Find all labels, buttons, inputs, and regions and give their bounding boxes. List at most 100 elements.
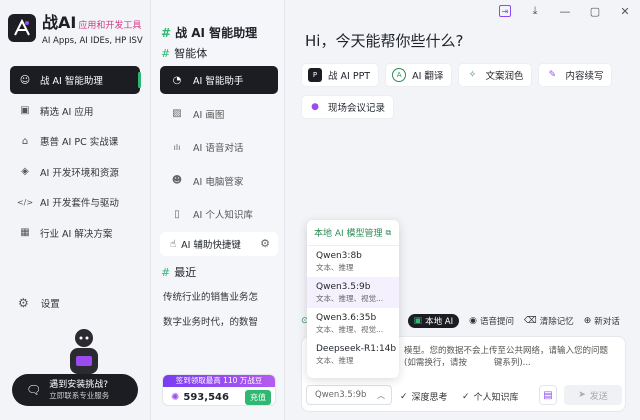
nav-label: AI 开发套件与驱动	[40, 198, 119, 209]
points-card[interactable]: 签到领取最高 110 万战豆 ✺ 593,546 充值	[162, 374, 276, 406]
download-button[interactable]: ⤓	[520, 0, 550, 22]
support-promo-button[interactable]: 🗨 遇到安装挑战? 立即联系专业服务	[12, 374, 138, 406]
agent-item-knowledge[interactable]: ▯ AI 个人知识库	[160, 200, 278, 228]
knowledge-base-label: 个人知识库	[473, 393, 519, 403]
minimize-button[interactable]: —	[550, 0, 580, 22]
model-name: Qwen3:8b	[316, 251, 362, 261]
clear-memory-button[interactable]: ⌫ 清除记忆	[524, 315, 574, 327]
layers-icon: ◈	[21, 166, 29, 177]
chip-label: 内容续写	[565, 71, 604, 82]
translate-icon: A	[392, 68, 407, 82]
chat-icon: 🗨	[26, 383, 42, 397]
chip-meeting[interactable]: ● 现场会议记录	[301, 95, 395, 119]
model-management-link[interactable]: 本地 AI 模型管理 ⧉	[307, 220, 399, 246]
code-icon: </>	[16, 197, 34, 207]
chip-label: 现场会议记录	[328, 103, 386, 114]
nav-item-featured-apps[interactable]: ▣ 精选 AI 应用	[10, 97, 140, 125]
local-ai-label: 本地 AI	[425, 317, 454, 327]
close-button[interactable]: ✕	[610, 0, 640, 22]
app-title-sub: 应用和开发工具	[78, 21, 142, 31]
nav-label: 惠普 AI PC 实战课	[40, 137, 119, 148]
maximize-button[interactable]: ▢	[580, 0, 610, 22]
external-link-icon: ⧉	[385, 227, 392, 237]
file-icon: ▤	[543, 389, 553, 401]
chip-continue[interactable]: ✎ 内容续写	[538, 63, 613, 87]
recharge-button[interactable]: 充值	[245, 389, 271, 405]
model-dropdown: 本地 AI 模型管理 ⧉ Qwen3:8b 文本、推理 Qwen3.5:9b 文…	[307, 220, 399, 378]
deep-think-toggle[interactable]: ✓ 深度思考	[400, 390, 448, 404]
shortcut-label: AI 辅助快捷键	[181, 240, 241, 251]
model-selected-label: Qwen3.5:9b	[315, 390, 367, 400]
section-title: # 战 AI 智能助理	[161, 26, 258, 40]
model-option[interactable]: Deepseek-R1:14b 文本、推理	[307, 339, 399, 370]
nav-label: 战 AI 智能助理	[40, 76, 103, 87]
chip-polish[interactable]: ✧ 文案润色	[458, 63, 533, 87]
model-name: Qwen3.5:9b	[316, 282, 371, 292]
local-ai-toggle[interactable]: ▣ 本地 AI	[407, 314, 460, 328]
window-controls: ⇥ ⤓ — ▢ ✕	[490, 0, 640, 22]
nav-item-dev-kit[interactable]: </> AI 开发套件与驱动	[10, 188, 140, 216]
voice-input-button[interactable]: ◉ 语音提问	[469, 315, 514, 327]
plus-icon: ⊕	[583, 316, 592, 326]
check-circle-icon: ✓	[400, 391, 408, 402]
quick-actions: P 战 AI PPT A AI 翻译 ✧ 文案润色 ✎ 内容续写 ● 现场会议记…	[301, 63, 631, 127]
nav-item-ai-assistant[interactable]: ☺ 战 AI 智能助理	[10, 66, 141, 94]
promo-subtitle: 立即联系专业服务	[49, 391, 110, 400]
knowledge-base-toggle[interactable]: ✓ 个人知识库	[462, 390, 519, 404]
nav-item-pc-course[interactable]: ⌂ 惠普 AI PC 实战课	[10, 127, 140, 155]
agent-item-pc-manager[interactable]: ☻ AI 电脑管家	[160, 167, 278, 195]
ppt-icon: P	[308, 68, 322, 82]
image-icon: ▨	[172, 108, 182, 119]
shortcut-settings-icon[interactable]: ⚙	[260, 237, 270, 250]
nav-item-dev-env[interactable]: ◈ AI 开发环境和资源	[10, 158, 140, 186]
app-title: 战AI 应用和开发工具	[42, 13, 142, 32]
model-selector[interactable]: Qwen3.5:9b ︿	[306, 385, 392, 405]
pin-button[interactable]: ⇥	[490, 0, 520, 22]
agent-label: AI 个人知识库	[193, 210, 253, 221]
voice-input-label: 语音提问	[479, 317, 514, 327]
recent-section-header: # 最近	[161, 266, 197, 279]
model-tags: 文本、推理	[316, 263, 354, 272]
send-label: 发送	[589, 391, 608, 402]
voice-icon: ılı	[173, 142, 181, 152]
coin-icon: ✺	[171, 391, 180, 403]
recent-item[interactable]: 数字业务时代，的数智	[163, 314, 281, 328]
model-name: Qwen3.6:35b	[316, 313, 377, 323]
model-option[interactable]: Qwen3.6:35b 文本、推理、视觉...	[307, 308, 399, 339]
chip-translate[interactable]: A AI 翻译	[385, 63, 453, 87]
agent-list: ◔ AI 智能助手 ▨ AI 画图 ılı AI 语音对话 ☻ AI 电脑管家 …	[160, 66, 278, 234]
points-value: 593,546	[183, 391, 229, 403]
primary-sidebar: 战AI 应用和开发工具 AI Apps, AI IDEs, HP ISV ☺ 战 …	[0, 0, 151, 420]
agent-label: AI 智能助手	[193, 76, 244, 87]
app-logo: 战AI 应用和开发工具 AI Apps, AI IDEs, HP ISV	[8, 14, 143, 47]
chevron-up-icon: ︿	[377, 390, 385, 400]
agent-item-drawing[interactable]: ▨ AI 画图	[160, 100, 278, 128]
agent-item-smart-assistant[interactable]: ◔ AI 智能助手	[160, 66, 278, 94]
nav-item-industry[interactable]: ▦ 行业 AI 解决方案	[10, 219, 140, 247]
greeting-text: Hi，今天能帮你些什么?	[305, 32, 464, 50]
local-ai-icon: ▣	[413, 316, 423, 326]
nav-label: 行业 AI 解决方案	[40, 228, 113, 240]
recent-item[interactable]: 传统行业的销售业务怎	[163, 289, 281, 303]
new-chat-button[interactable]: ⊕ 新对话	[584, 315, 620, 327]
model-option-selected[interactable]: Qwen3.5:9b 文本、推理、视觉...	[307, 277, 399, 308]
gear-icon: ⚙	[18, 296, 29, 310]
clear-icon: ⌫	[523, 316, 537, 326]
points-banner: 签到领取最高 110 万战豆	[163, 375, 275, 387]
send-button[interactable]: ➤ 发送	[564, 385, 622, 405]
settings-button[interactable]: ⚙ 设置	[18, 296, 60, 310]
model-option[interactable]: Qwen3:8b 文本、推理	[307, 246, 399, 277]
attach-file-button[interactable]: ▤	[539, 385, 557, 405]
clear-memory-label: 清除记忆	[539, 317, 574, 327]
shortcut-item[interactable]: ☝ AI 辅助快捷键 ⚙	[160, 232, 278, 256]
primary-nav: ☺ 战 AI 智能助理 ▣ 精选 AI 应用 ⌂ 惠普 AI PC 实战课 ◈ …	[10, 66, 141, 249]
chip-label: 战 AI PPT	[328, 71, 371, 82]
voice-input-icon: ◉	[469, 316, 477, 326]
assistant-icon: ◔	[172, 74, 182, 86]
close-icon: ✕	[620, 4, 630, 18]
chip-ppt[interactable]: P 战 AI PPT	[301, 63, 380, 87]
mascot-illustration	[70, 329, 98, 374]
dropdown-header: 本地 AI 模型管理	[314, 229, 383, 239]
model-tags: 文本、推理、视觉...	[316, 294, 384, 303]
agent-item-voice[interactable]: ılı AI 语音对话	[160, 133, 278, 161]
